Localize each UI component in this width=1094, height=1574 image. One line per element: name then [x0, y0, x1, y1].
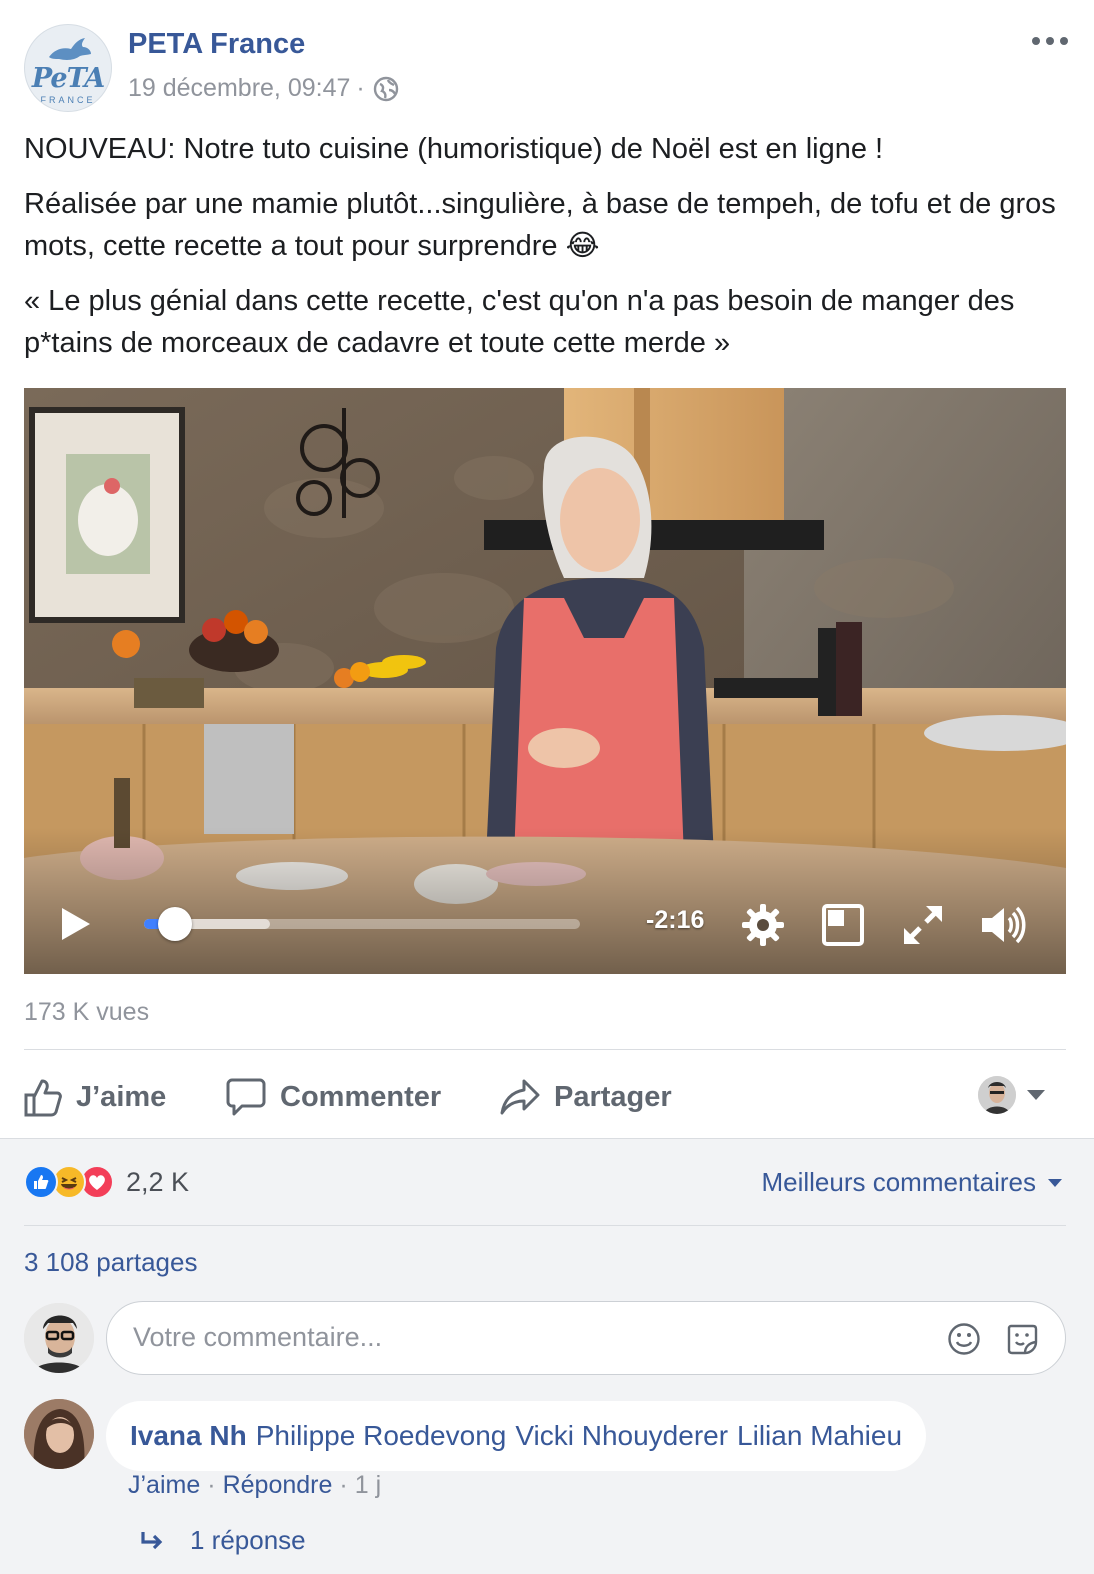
- share-count-link[interactable]: 3 108 partages: [24, 1247, 197, 1278]
- fullscreen-icon[interactable]: [900, 902, 946, 948]
- reaction-summary[interactable]: 2,2 K: [24, 1165, 189, 1199]
- current-user-avatar: [24, 1303, 94, 1373]
- comment-input-placeholder: Votre commentaire...: [133, 1322, 383, 1352]
- post-header: PeTA FRANCE PETA France 19 décembre, 09:…: [24, 24, 1074, 116]
- commenter-avatar[interactable]: [24, 1399, 94, 1469]
- comment-reply-link[interactable]: Répondre: [223, 1471, 333, 1500]
- page-avatar[interactable]: PeTA FRANCE: [24, 24, 112, 112]
- post-meta: 19 décembre, 09:47 ·: [128, 74, 399, 103]
- video-controls: -2:16: [24, 388, 1066, 974]
- emoji-icon[interactable]: [947, 1322, 981, 1356]
- meta-separator: ·: [356, 74, 365, 102]
- like-button-label: J’aime: [76, 1080, 167, 1113]
- comment-author-link[interactable]: Ivana Nh: [130, 1420, 247, 1452]
- comment-mention-link[interactable]: Vicki Nhouyderer: [515, 1420, 728, 1452]
- post-as-selector[interactable]: [978, 1076, 1046, 1114]
- globe-icon: [373, 76, 399, 102]
- comment-bubble: Ivana Nh Philippe Roedevong Vicki Nhouyd…: [106, 1401, 927, 1471]
- progress-scrubber[interactable]: [157, 907, 192, 941]
- comment-mention-link[interactable]: Lilian Mahieu: [737, 1420, 902, 1452]
- comment-sort-dropdown[interactable]: Meilleurs commentaires: [761, 1167, 1062, 1198]
- comment-mention-link[interactable]: Philippe Roedevong: [256, 1420, 507, 1452]
- like-button[interactable]: J’aime: [24, 1074, 166, 1120]
- divider: [24, 1049, 1066, 1050]
- reaction-count[interactable]: 2,2 K: [126, 1167, 189, 1198]
- post-actions: J’aime Commenter Partager: [24, 1060, 1066, 1134]
- replies-count-label: 1 réponse: [190, 1525, 306, 1555]
- view-count: 173 K vues: [24, 998, 150, 1026]
- picture-in-picture-icon[interactable]: [820, 902, 866, 948]
- settings-icon[interactable]: [740, 902, 786, 948]
- thumbs-up-icon: [24, 1079, 62, 1117]
- post-paragraph: Réalisée par une mamie plutôt...singuliè…: [24, 188, 1056, 262]
- comment-button-label: Commenter: [280, 1080, 442, 1113]
- sticker-icon[interactable]: [1005, 1322, 1039, 1356]
- more-horizontal-icon[interactable]: [1030, 34, 1070, 48]
- post-message: NOUVEAU: Notre tuto cuisine (humoristiqu…: [24, 128, 1070, 377]
- meta-separator: ·: [207, 1471, 216, 1499]
- user-avatar: [978, 1076, 1016, 1114]
- meta-separator: ·: [339, 1471, 348, 1499]
- comment-meta: J’aime · Répondre · 1 j: [128, 1471, 381, 1500]
- logo-text: PeTA: [31, 63, 105, 94]
- logo-subtext: FRANCE: [40, 95, 96, 105]
- share-button[interactable]: Partager: [500, 1074, 672, 1120]
- rabbit-logo-icon: [49, 38, 91, 60]
- post-paragraph: NOUVEAU: Notre tuto cuisine (humoristiqu…: [24, 133, 884, 165]
- reply-arrow-icon: [141, 1531, 163, 1549]
- share-button-label: Partager: [554, 1080, 672, 1113]
- comment-like-link[interactable]: J’aime: [128, 1471, 200, 1500]
- comment-icon: [226, 1078, 266, 1116]
- post-timestamp[interactable]: 19 décembre, 09:47: [128, 74, 350, 103]
- video-player[interactable]: -2:16: [24, 388, 1066, 974]
- page-name-link[interactable]: PETA France: [128, 28, 305, 61]
- comment-sort-label: Meilleurs commentaires: [761, 1167, 1036, 1197]
- divider: [24, 1225, 1066, 1226]
- play-icon[interactable]: [60, 906, 92, 942]
- video-time-remaining: -2:16: [646, 906, 705, 934]
- post-paragraph: « Le plus génial dans cette recette, c'e…: [24, 285, 1015, 359]
- comments-section: 2,2 K Meilleurs commentaires 3 108 parta…: [0, 1138, 1094, 1574]
- caret-down-icon: [1048, 1178, 1062, 1187]
- comment-input[interactable]: Votre commentaire...: [106, 1301, 1066, 1375]
- comment-button[interactable]: Commenter: [226, 1074, 441, 1120]
- video-progress-bar[interactable]: [144, 907, 580, 941]
- share-icon: [500, 1079, 540, 1115]
- volume-icon[interactable]: [980, 902, 1026, 948]
- like-reaction-icon: [24, 1165, 58, 1199]
- view-replies-link[interactable]: 1 réponse: [140, 1525, 306, 1556]
- comment-age[interactable]: 1 j: [355, 1471, 381, 1500]
- chevron-down-icon: [1027, 1090, 1045, 1100]
